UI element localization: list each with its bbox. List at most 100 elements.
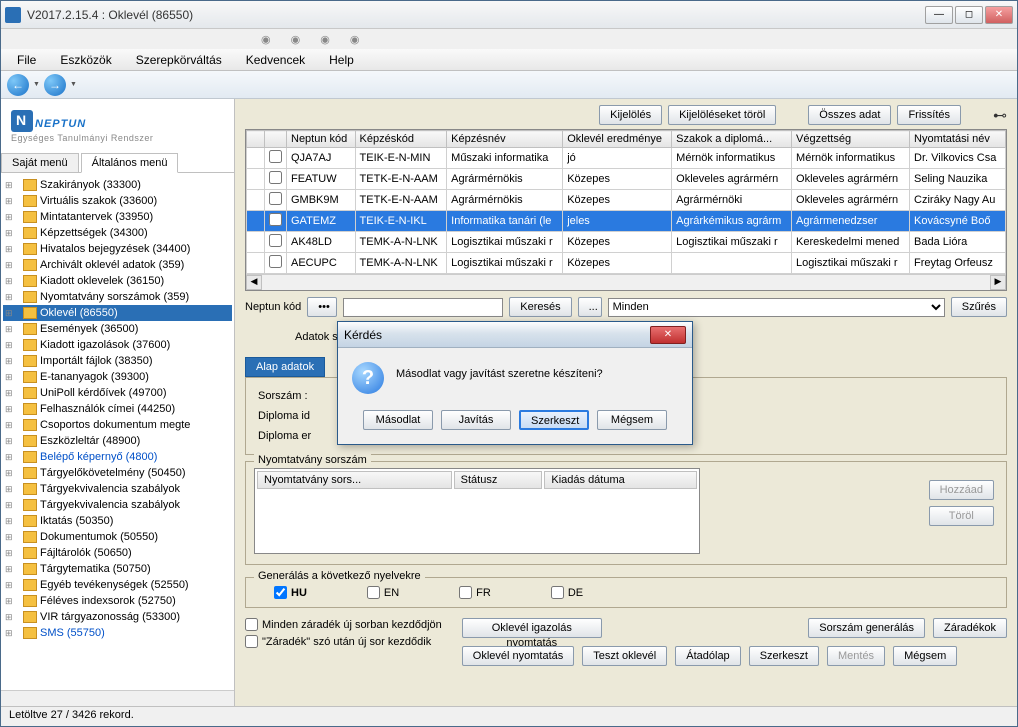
grid-header[interactable]: Képzésnév [447, 131, 563, 148]
tree-item[interactable]: Archivált oklevél adatok (359) [3, 257, 232, 273]
tree-item[interactable]: Kiadott oklevelek (36150) [3, 273, 232, 289]
zaradekok-button[interactable]: Záradékok [933, 618, 1007, 638]
tree-item[interactable]: Fájltárolók (50650) [3, 545, 232, 561]
grid-header[interactable]: Képzéskód [355, 131, 447, 148]
search-more-button[interactable]: ... [578, 297, 602, 317]
sec-tab[interactable]: ◉ [261, 33, 271, 46]
grid-header[interactable]: Végzettség [792, 131, 910, 148]
tab-alap-adatok[interactable]: Alap adatok [245, 357, 325, 377]
data-grid[interactable]: Neptun kódKépzéskódKépzésnévOklevél ered… [245, 129, 1007, 291]
tree-item[interactable]: Felhasználók címei (44250) [3, 401, 232, 417]
row-checkbox[interactable] [269, 192, 282, 205]
grid-header[interactable]: Neptun kód [287, 131, 356, 148]
tree-item[interactable]: Képzettségek (34300) [3, 225, 232, 241]
filter-button[interactable]: Szűrés [951, 297, 1007, 317]
table-row[interactable]: FEATUWTETK-E-N-AAMAgrármérnökisKözepesOk… [247, 169, 1006, 190]
table-row[interactable]: AECUPCTEMK-A-N-LNKLogisztikai műszaki rK… [247, 253, 1006, 274]
dlg-megsem-button[interactable]: Mégsem [597, 410, 667, 430]
row-checkbox[interactable] [269, 234, 282, 247]
tree-item[interactable]: VIR tárgyazonosság (53300) [3, 609, 232, 625]
grid-header[interactable]: Nyomtatási név [910, 131, 1006, 148]
szerkeszt-button[interactable]: Szerkeszt [749, 646, 819, 666]
maximize-button[interactable]: ◻ [955, 6, 983, 24]
tree-item[interactable]: Szakirányok (33300) [3, 177, 232, 193]
search-field-picker[interactable]: ••• [307, 297, 337, 317]
row-checkbox[interactable] [269, 150, 282, 163]
forward-button[interactable]: → [44, 74, 66, 96]
oklevel-nyomt-button[interactable]: Oklevél nyomtatás [462, 646, 574, 666]
tree-item[interactable]: E-tananyagok (39300) [3, 369, 232, 385]
add-button[interactable]: Hozzáad [929, 480, 994, 500]
teszt-oklevel-button[interactable]: Teszt oklevél [582, 646, 667, 666]
col-statusz[interactable]: Státusz [454, 471, 543, 489]
minimize-button[interactable]: — [925, 6, 953, 24]
tree-item[interactable]: UniPoll kérdőívek (49700) [3, 385, 232, 401]
col-kiadas[interactable]: Kiadás dátuma [544, 471, 697, 489]
tree-item[interactable]: Importált fájlok (38350) [3, 353, 232, 369]
sec-tab[interactable]: ◉ [350, 33, 360, 46]
table-row[interactable]: GATEMZTEIK-E-N-IKLInformatika tanári (le… [247, 211, 1006, 232]
grid-header[interactable]: Oklevél eredménye [563, 131, 672, 148]
sec-tab[interactable]: ◉ [291, 33, 301, 46]
clear-selection-button[interactable]: Kijelöléseket töröl [668, 105, 776, 125]
menu-tools[interactable]: Eszközök [50, 51, 121, 69]
col-ny-sorszam[interactable]: Nyomtatvány sors... [257, 471, 452, 489]
menu-file[interactable]: File [7, 51, 46, 69]
scroll-left-icon[interactable]: ◀ [246, 275, 262, 290]
dialog-close-button[interactable]: ✕ [650, 326, 686, 344]
menu-tree[interactable]: Szakirányok (33300)Virtuális szakok (336… [1, 173, 234, 690]
tree-item[interactable]: Tárgyelőkövetelmény (50450) [3, 465, 232, 481]
tab-own-menu[interactable]: Saját menü [1, 153, 79, 172]
lang-de[interactable]: DE [551, 586, 583, 599]
all-data-button[interactable]: Összes adat [808, 105, 891, 125]
back-button[interactable]: ← [7, 74, 29, 96]
tree-item[interactable]: Oklevél (86550) [3, 305, 232, 321]
filter-select[interactable]: Minden [608, 298, 945, 317]
select-button[interactable]: Kijelölés [599, 105, 662, 125]
tab-general-menu[interactable]: Általános menü [81, 153, 179, 173]
megsem-button[interactable]: Mégsem [893, 646, 957, 666]
nyomtatvany-grid[interactable]: Nyomtatvány sors... Státusz Kiadás dátum… [254, 468, 700, 554]
pin-icon[interactable]: ⊷ [993, 107, 1007, 124]
oklevel-igazolas-button[interactable]: Oklevél igazolás nyomtatás [462, 618, 602, 638]
atadolap-button[interactable]: Átadólap [675, 646, 740, 666]
refresh-button[interactable]: Frissítés [897, 105, 961, 125]
row-checkbox[interactable] [269, 171, 282, 184]
back-drop-icon[interactable]: ▼ [33, 81, 40, 88]
scroll-right-icon[interactable]: ▶ [990, 275, 1006, 290]
delete-button[interactable]: Töröl [929, 506, 994, 526]
tree-item[interactable]: Egyéb tevékenységek (52550) [3, 577, 232, 593]
masodlat-button[interactable]: Másodlat [363, 410, 433, 430]
search-button[interactable]: Keresés [509, 297, 571, 317]
table-row[interactable]: QJA7AJTEIK-E-N-MINMűszaki informatikajóM… [247, 148, 1006, 169]
table-row[interactable]: GMBK9MTETK-E-N-AAMAgrármérnökisKözepesAg… [247, 190, 1006, 211]
menu-roles[interactable]: Szerepkörváltás [126, 51, 232, 69]
sec-tab[interactable]: ◉ [320, 33, 330, 46]
close-button[interactable]: ✕ [985, 6, 1013, 24]
row-checkbox[interactable] [269, 255, 282, 268]
menu-fav[interactable]: Kedvencek [236, 51, 315, 69]
lang-fr[interactable]: FR [459, 586, 491, 599]
search-input[interactable] [343, 298, 503, 317]
tree-item[interactable]: Nyomtatvány sorszámok (359) [3, 289, 232, 305]
dlg-szerkeszt-button[interactable]: Szerkeszt [519, 410, 589, 430]
tree-item[interactable]: Tárgyekvivalencia szabályok [3, 497, 232, 513]
tree-item[interactable]: Mintatantervek (33950) [3, 209, 232, 225]
tree-item[interactable]: SMS (55750) [3, 625, 232, 641]
tree-item[interactable]: Virtuális szakok (33600) [3, 193, 232, 209]
tree-item[interactable]: Eszközleltár (48900) [3, 433, 232, 449]
check-zaradek-ujsor[interactable]: Minden záradék új sorban kezdődjön [245, 618, 442, 631]
tree-item[interactable]: Féléves indexsorok (52750) [3, 593, 232, 609]
grid-header[interactable]: Szakok a diplomá... [672, 131, 792, 148]
javitas-button[interactable]: Javítás [441, 410, 511, 430]
tree-item[interactable]: Események (36500) [3, 321, 232, 337]
tree-item[interactable]: Hivatalos bejegyzések (34400) [3, 241, 232, 257]
fwd-drop-icon[interactable]: ▼ [70, 81, 77, 88]
grid-hscroll[interactable]: ◀ ▶ [246, 274, 1006, 290]
row-checkbox[interactable] [269, 213, 282, 226]
tree-item[interactable]: Dokumentumok (50550) [3, 529, 232, 545]
sorszam-gen-button[interactable]: Sorszám generálás [808, 618, 925, 638]
table-row[interactable]: AK48LDTEMK-A-N-LNKLogisztikai műszaki rK… [247, 232, 1006, 253]
check-zaradek-szo[interactable]: "Záradék" szó után új sor kezdődik [245, 635, 442, 648]
tree-item[interactable]: Csoportos dokumentum megte [3, 417, 232, 433]
